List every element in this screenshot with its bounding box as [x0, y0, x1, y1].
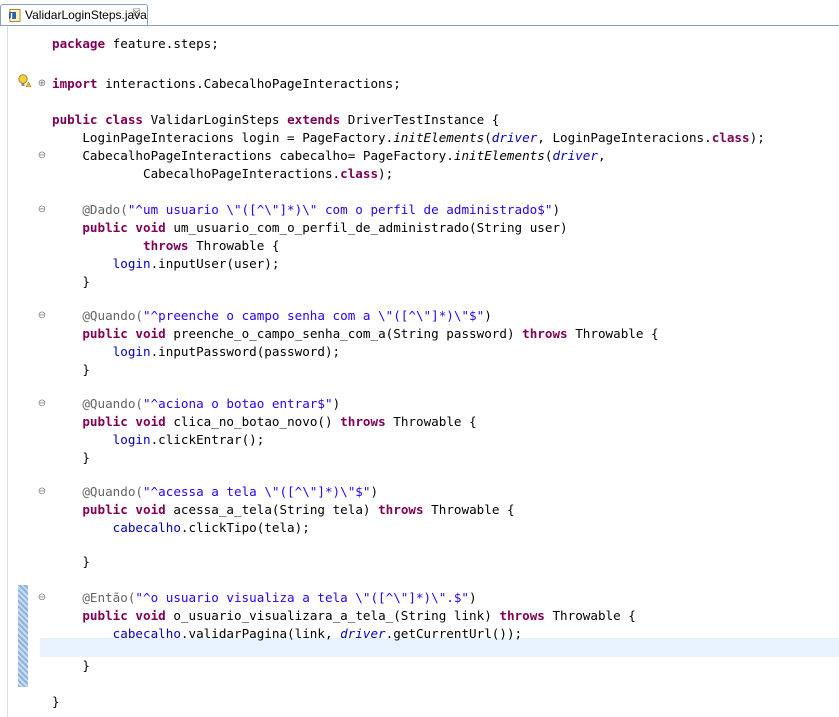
code-line-method-o-usuario: public void o_usuario_visualizara_a_tela… [52, 608, 636, 623]
code-line-method-clica: public void clica_no_botao_novo() throws… [52, 414, 477, 429]
code-line-input-password: login.inputPassword(password); [52, 344, 341, 359]
code-line-annotation-quando-senha: @Quando("^preenche o campo senha com a \… [52, 308, 492, 323]
close-tab-icon[interactable]: ☒ [132, 8, 141, 19]
code-line-annotation-quando-tela: @Quando("^acessa a tela \"([^\"]*)\"$") [52, 484, 379, 499]
collapse-icon[interactable]: ⊖ [36, 592, 48, 604]
code-line-validar-pagina: cabecalho.validarPagina(link, driver.get… [52, 626, 523, 641]
collapse-icon[interactable]: ⊖ [36, 310, 48, 322]
code-line-method-preenche: public void preenche_o_campo_senha_com_a… [52, 326, 659, 341]
code-line-cabecalho-field: CabecalhoPageInteractions cabecalho= Pag… [52, 148, 606, 163]
code-line-method-acessa: public void acessa_a_tela(String tela) t… [52, 502, 515, 517]
warning-lightbulb-icon[interactable] [18, 74, 31, 87]
code-line-method-um-usuario: public void um_usuario_com_o_perfil_de_a… [52, 220, 568, 235]
code-line-annotation-quando-entrar: @Quando("^aciona o botao entrar$") [52, 396, 341, 411]
code-line-annotation-dado: @Dado("^um usuario \"([^\"]*)\" com o pe… [52, 202, 561, 217]
overview-ruler [0, 26, 8, 717]
collapse-icon[interactable]: ⊖ [36, 150, 48, 162]
code-line-cabecalho-class: CabecalhoPageInteractions.class); [52, 166, 394, 181]
quick-diff-change-bar [18, 585, 28, 687]
code-line-input-user: login.inputUser(user); [52, 256, 280, 271]
code-line-package: package feature.steps; [52, 36, 219, 51]
code-line-import: import interactions.CabecalhoPageInterac… [52, 76, 401, 91]
tab-label: ValidarLoginSteps.java [25, 8, 147, 22]
svg-text:J: J [9, 12, 13, 20]
code-line-brace: } [52, 274, 90, 289]
collapse-icon[interactable]: ⊖ [36, 398, 48, 410]
code-line-click-entrar: login.clickEntrar(); [52, 432, 265, 447]
code-editor[interactable]: ⊕ ⊖ ⊖ ⊖ ⊖ ⊖ ⊖ package feature.steps; imp… [0, 26, 839, 717]
code-line-brace: } [52, 450, 90, 465]
collapse-icon[interactable]: ⊖ [36, 204, 48, 216]
java-file-icon: J [9, 9, 21, 22]
code-line-brace: } [52, 362, 90, 377]
code-line-brace: } [52, 658, 90, 673]
expand-imports-icon[interactable]: ⊕ [36, 78, 48, 90]
editor-tab-bar: J ValidarLoginSteps.java ☒ [0, 0, 839, 26]
code-line-annotation-entao: @Então("^o usuario visualiza a tela \"([… [52, 590, 477, 605]
code-line-login-field: LoginPageInteracions login = PageFactory… [52, 130, 765, 145]
code-line-brace: } [52, 554, 90, 569]
collapse-icon[interactable]: ⊖ [36, 486, 48, 498]
code-line-throws: throws Throwable { [52, 238, 280, 253]
code-line-click-tipo: cabecalho.clickTipo(tela); [52, 520, 310, 535]
code-line-class-end: } [52, 694, 60, 709]
tab-validar-login-steps[interactable]: J ValidarLoginSteps.java ☒ [0, 4, 148, 26]
code-line-class-declaration: public class ValidarLoginSteps extends D… [52, 112, 500, 127]
